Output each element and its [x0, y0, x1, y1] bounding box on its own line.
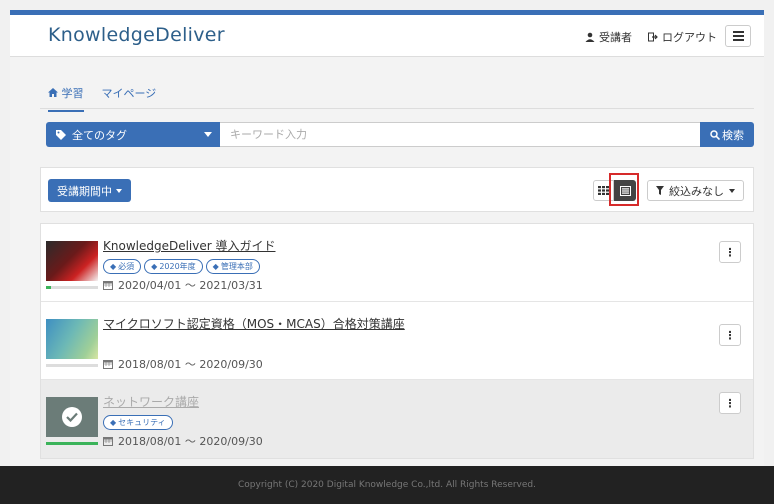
filter-icon [656, 186, 664, 195]
filter-label: 絞込みなし [669, 184, 724, 198]
tag-select[interactable]: 全てのタグ [46, 122, 220, 147]
course-item[interactable]: ネットワーク講座 ◆ セキュリティ 2018/08/01 ～ 2020/09/30… [41, 380, 753, 458]
hamburger-menu-button[interactable] [725, 25, 751, 47]
check-icon [62, 407, 82, 427]
header: KnowledgeDeliver 受講者 ログアウト [10, 15, 764, 57]
course-tag[interactable]: ◆ 必須 [103, 259, 142, 274]
search-bar: 全てのタグ 検索 [46, 122, 754, 147]
chevron-down-icon [116, 188, 122, 193]
course-tags: ◆ セキュリティ [103, 415, 173, 430]
logo[interactable]: KnowledgeDeliver [48, 24, 225, 46]
logo-part2: Deliver [155, 24, 225, 46]
course-title[interactable]: ネットワーク講座 [103, 393, 199, 410]
tabs-divider [40, 108, 754, 109]
tag-icon: ◆ [110, 262, 117, 271]
course-title[interactable]: KnowledgeDeliver 導入ガイド [103, 237, 276, 254]
kebab-icon: ⋮ [724, 245, 736, 259]
course-tag[interactable]: ◆ 2020年度 [144, 259, 203, 274]
tag-label: 管理本部 [220, 262, 253, 271]
highlight-box [609, 173, 639, 206]
search-button-label: 検索 [722, 128, 744, 142]
course-date: 2018/08/01 ～ 2020/09/30 [118, 435, 263, 448]
home-icon [48, 88, 58, 97]
calendar-icon [103, 360, 113, 369]
chevron-down-icon [729, 188, 735, 193]
course-date: 2018/08/01 ～ 2020/09/30 [118, 358, 263, 371]
tag-icon: ◆ [151, 262, 158, 271]
period-label: 受講期間中 [57, 184, 112, 198]
logout-icon [648, 32, 658, 42]
grid-icon [598, 186, 609, 195]
search-icon [710, 129, 720, 140]
more-options-button[interactable]: ⋮ [719, 392, 741, 414]
hamburger-icon [732, 35, 744, 37]
kebab-icon: ⋮ [724, 396, 736, 410]
tab-learning-label: 学習 [61, 87, 84, 100]
tab-mypage-label: マイページ [101, 87, 157, 100]
calendar-icon [103, 437, 113, 446]
course-title[interactable]: マイクロソフト認定資格（MOS・MCAS）合格対策講座 [103, 315, 405, 332]
course-thumbnail[interactable] [46, 319, 98, 359]
course-period: 2020/04/01 ～ 2021/03/31 [103, 277, 263, 293]
progress-bar [46, 364, 98, 367]
kebab-icon: ⋮ [724, 328, 736, 342]
logo-part1: Knowledge [48, 24, 156, 46]
period-dropdown-button[interactable]: 受講期間中 [48, 179, 131, 202]
course-tag[interactable]: ◆ 管理本部 [205, 259, 260, 274]
tag-icon: ◆ [212, 262, 219, 271]
progress-fill [46, 442, 98, 445]
filter-dropdown-button[interactable]: 絞込みなし [647, 180, 744, 201]
app-window: KnowledgeDeliver 受講者 ログアウト 学習 マイページ 全てのタ… [10, 10, 764, 504]
course-item[interactable]: マイクロソフト認定資格（MOS・MCAS）合格対策講座 2018/08/01 ～… [41, 302, 753, 380]
logout-link[interactable]: ログアウト [648, 29, 717, 45]
progress-bar [46, 442, 98, 445]
progress-bar [46, 286, 98, 289]
more-options-button[interactable]: ⋮ [719, 324, 741, 346]
course-period: 2018/08/01 ～ 2020/09/30 [103, 356, 263, 372]
tag-label: 必須 [118, 262, 135, 271]
keyword-input[interactable] [220, 122, 700, 147]
chevron-down-icon [204, 132, 212, 137]
tag-select-value: 全てのタグ [72, 128, 127, 142]
footer: Copyright (C) 2020 Digital Knowledge Co.… [0, 466, 774, 504]
more-options-button[interactable]: ⋮ [719, 241, 741, 263]
tag-label: 2020年度 [159, 262, 196, 271]
calendar-icon [103, 281, 113, 290]
user-icon [585, 32, 595, 42]
user-menu[interactable]: 受講者 [585, 29, 632, 45]
progress-fill [46, 286, 52, 289]
course-thumbnail[interactable] [46, 241, 98, 281]
course-tags: ◆ 必須 ◆ 2020年度 ◆ 管理本部 [103, 259, 260, 274]
course-thumbnail[interactable] [46, 397, 98, 437]
tag-icon [56, 129, 66, 140]
course-date: 2020/04/01 ～ 2021/03/31 [118, 279, 263, 292]
copyright-text: Copyright (C) 2020 Digital Knowledge Co.… [238, 480, 536, 490]
course-tag[interactable]: ◆ セキュリティ [103, 415, 173, 430]
course-item[interactable]: KnowledgeDeliver 導入ガイド ◆ 必須 ◆ 2020年度 ◆ 管理本部… [41, 224, 753, 302]
tag-label: セキュリティ [118, 418, 166, 427]
logout-label: ログアウト [662, 31, 717, 44]
course-list: KnowledgeDeliver 導入ガイド ◆ 必須 ◆ 2020年度 ◆ 管理本部… [40, 223, 754, 459]
list-toolbar: 受講期間中 絞込みなし [40, 167, 754, 212]
tag-icon: ◆ [110, 418, 117, 427]
search-button[interactable]: 検索 [700, 122, 754, 147]
course-period: 2018/08/01 ～ 2020/09/30 [103, 433, 263, 449]
user-label: 受講者 [599, 31, 632, 44]
